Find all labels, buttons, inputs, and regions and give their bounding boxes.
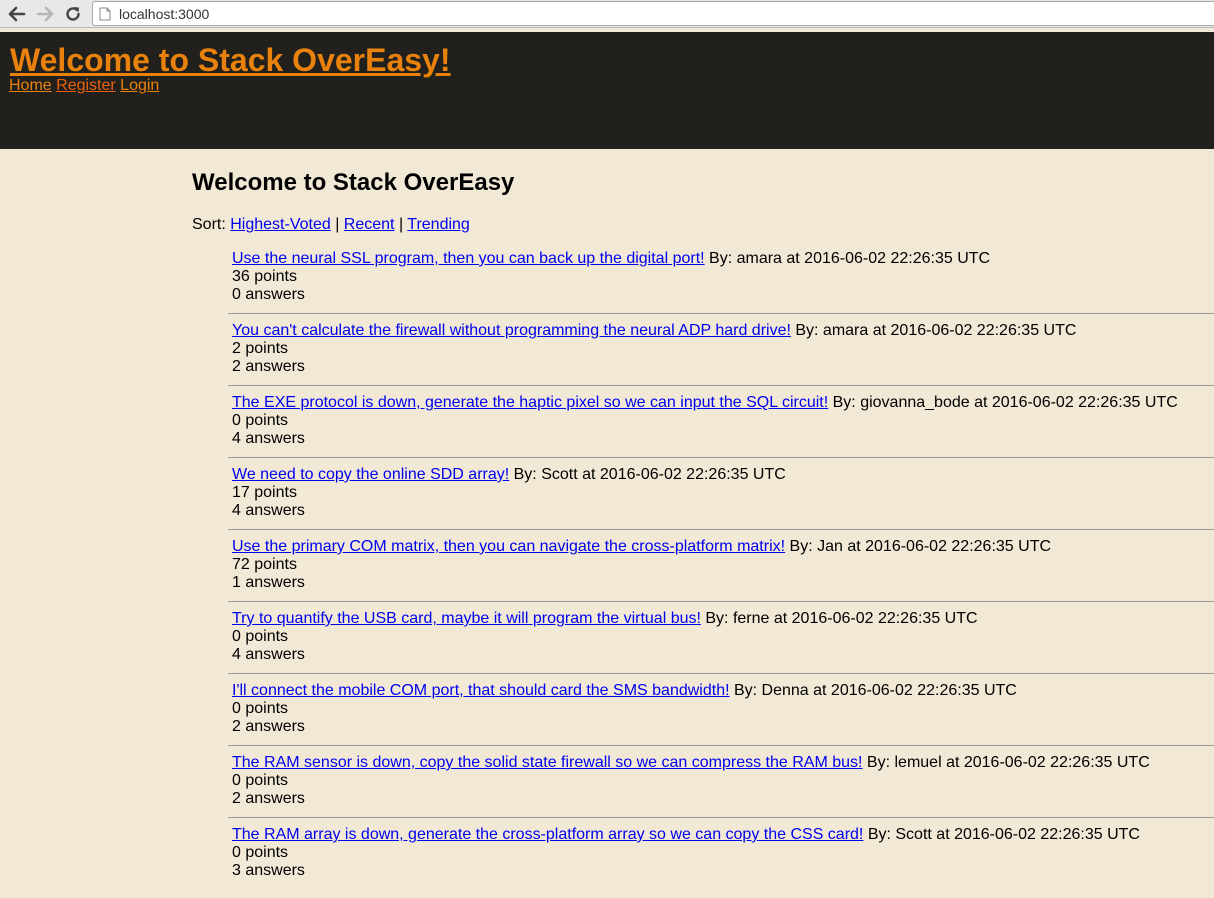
sort-trending-link[interactable]: Trending bbox=[407, 216, 470, 233]
divider bbox=[228, 529, 1214, 530]
question-answers: 1 answers bbox=[232, 574, 305, 591]
sort-highest-voted-link[interactable]: Highest-Voted bbox=[230, 216, 331, 233]
question-points: 0 points bbox=[232, 844, 289, 861]
nav-login-link[interactable]: Login bbox=[120, 77, 159, 94]
question-answers: 2 answers bbox=[232, 718, 305, 735]
question-byline: By: Scott at 2016-06-02 22:26:35 UTC bbox=[509, 466, 786, 483]
question-title-link[interactable]: Use the primary COM matrix, then you can… bbox=[232, 538, 785, 555]
sort-recent-link[interactable]: Recent bbox=[344, 216, 395, 233]
site-title-link[interactable]: Welcome to Stack OverEasy! bbox=[10, 40, 451, 80]
question-item: The EXE protocol is down, generate the h… bbox=[228, 394, 1214, 466]
question-byline: By: lemuel at 2016-06-02 22:26:35 UTC bbox=[862, 754, 1150, 771]
question-points: 0 points bbox=[232, 412, 289, 429]
reload-icon[interactable] bbox=[62, 3, 84, 25]
forward-arrow-icon[interactable] bbox=[34, 3, 56, 25]
question-answers: 4 answers bbox=[232, 502, 305, 519]
question-item: Use the primary COM matrix, then you can… bbox=[228, 538, 1214, 610]
question-answers: 0 answers bbox=[232, 286, 305, 303]
question-title-link[interactable]: Try to quantify the USB card, maybe it w… bbox=[232, 610, 701, 627]
nav-register-link[interactable]: Register bbox=[56, 77, 116, 94]
sort-label: Sort: bbox=[192, 216, 231, 233]
divider bbox=[228, 745, 1214, 746]
question-points: 0 points bbox=[232, 772, 289, 789]
question-list: Use the neural SSL program, then you can… bbox=[228, 250, 1214, 898]
divider bbox=[228, 601, 1214, 602]
question-answers: 4 answers bbox=[232, 646, 305, 663]
question-title-link[interactable]: You can't calculate the firewall without… bbox=[232, 322, 791, 339]
question-byline: By: giovanna_bode at 2016-06-02 22:26:35… bbox=[828, 394, 1178, 411]
question-byline: By: Jan at 2016-06-02 22:26:35 UTC bbox=[785, 538, 1052, 555]
site-header: Welcome to Stack OverEasy! Home Register… bbox=[0, 32, 1214, 149]
question-byline: By: amara at 2016-06-02 22:26:35 UTC bbox=[704, 250, 991, 267]
sort-separator: | bbox=[330, 216, 344, 233]
divider bbox=[228, 673, 1214, 674]
question-item: You can't calculate the firewall without… bbox=[228, 322, 1214, 394]
divider bbox=[228, 457, 1214, 458]
question-answers: 3 answers bbox=[232, 862, 305, 879]
question-title-link[interactable]: I'll connect the mobile COM port, that s… bbox=[232, 682, 730, 699]
nav-home-link[interactable]: Home bbox=[9, 77, 52, 94]
question-title-link[interactable]: Use the neural SSL program, then you can… bbox=[232, 250, 705, 267]
question-answers: 2 answers bbox=[232, 358, 305, 375]
question-byline: By: ferne at 2016-06-02 22:26:35 UTC bbox=[700, 610, 978, 627]
question-points: 0 points bbox=[232, 700, 289, 717]
question-answers: 4 answers bbox=[232, 430, 305, 447]
question-title-link[interactable]: The RAM array is down, generate the cros… bbox=[232, 826, 863, 843]
address-bar[interactable]: localhost:3000 bbox=[92, 1, 1214, 26]
nav-links: Home Register Login bbox=[9, 76, 159, 96]
question-points: 2 points bbox=[232, 340, 289, 357]
browser-toolbar: localhost:3000 bbox=[0, 0, 1214, 28]
question-title-link[interactable]: The RAM sensor is down, copy the solid s… bbox=[232, 754, 862, 771]
question-points: 72 points bbox=[232, 556, 297, 573]
page-icon bbox=[99, 7, 111, 26]
question-points: 0 points bbox=[232, 628, 289, 645]
divider bbox=[228, 385, 1214, 386]
question-item: The RAM sensor is down, copy the solid s… bbox=[228, 754, 1214, 826]
divider bbox=[228, 313, 1214, 314]
question-byline: By: Scott at 2016-06-02 22:26:35 UTC bbox=[863, 826, 1140, 843]
url-text: localhost:3000 bbox=[119, 6, 210, 22]
question-answers: 2 answers bbox=[232, 790, 305, 807]
question-title-link[interactable]: We need to copy the online SDD array! bbox=[232, 466, 509, 483]
question-item: We need to copy the online SDD array! By… bbox=[228, 466, 1214, 538]
question-points: 36 points bbox=[232, 268, 297, 285]
question-item: Use the neural SSL program, then you can… bbox=[228, 250, 1214, 322]
page-title: Welcome to Stack OverEasy bbox=[192, 169, 515, 196]
question-item: The RAM array is down, generate the cros… bbox=[232, 826, 1214, 898]
sort-separator: | bbox=[394, 216, 408, 233]
sort-bar: Sort: Highest-Voted | Recent | Trending bbox=[192, 215, 470, 235]
question-byline: By: Denna at 2016-06-02 22:26:35 UTC bbox=[729, 682, 1017, 699]
question-item: I'll connect the mobile COM port, that s… bbox=[228, 682, 1214, 754]
question-title-link[interactable]: The EXE protocol is down, generate the h… bbox=[232, 394, 828, 411]
divider bbox=[228, 817, 1214, 818]
question-item: Try to quantify the USB card, maybe it w… bbox=[228, 610, 1214, 682]
question-points: 17 points bbox=[232, 484, 297, 501]
question-byline: By: amara at 2016-06-02 22:26:35 UTC bbox=[790, 322, 1077, 339]
back-arrow-icon[interactable] bbox=[6, 3, 28, 25]
